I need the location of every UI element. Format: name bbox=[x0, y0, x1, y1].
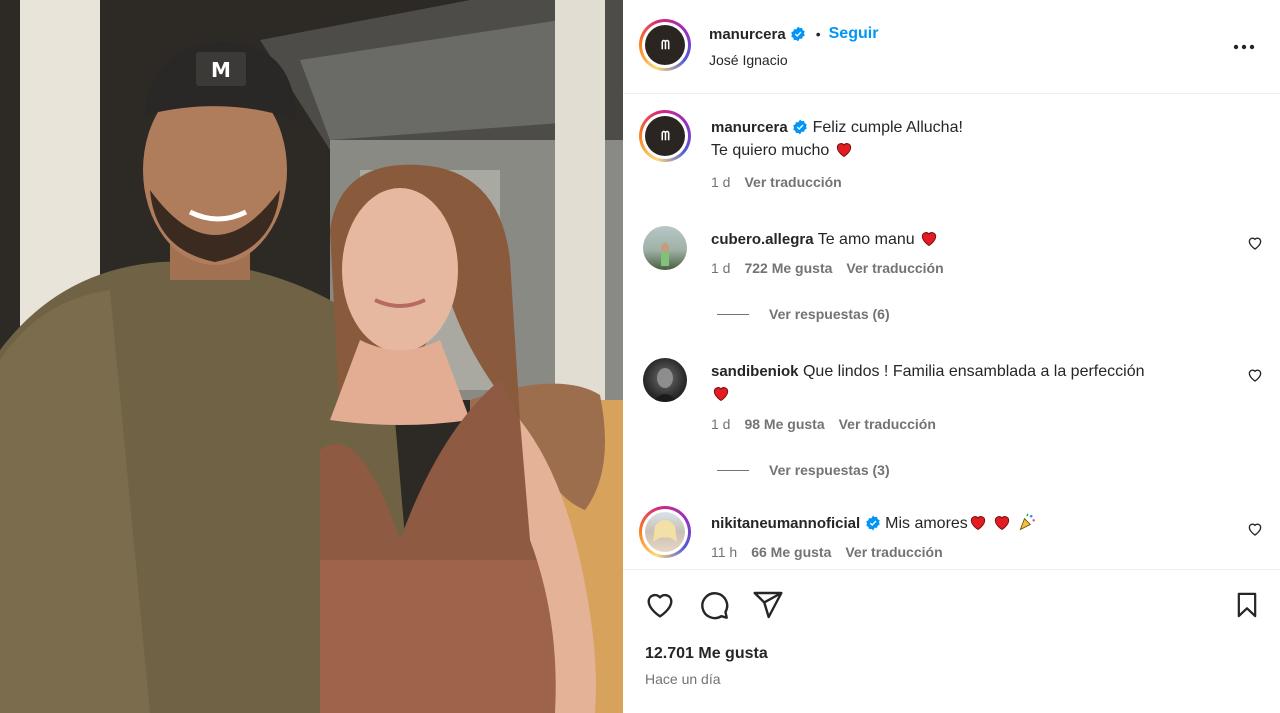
comment-body: Que lindos ! Familia ensamblada a la per… bbox=[802, 363, 1145, 380]
comment-meta: 1 d 722 Me gusta Ver traducción bbox=[711, 260, 944, 276]
avatar[interactable]: ᗰ bbox=[639, 19, 691, 71]
verified-badge-icon bbox=[791, 26, 805, 42]
location-link[interactable]: José Ignacio bbox=[709, 52, 788, 68]
post-footer: 12.701 Me gusta Hace un día bbox=[623, 569, 1280, 713]
header-user: manurcera • Seguir bbox=[709, 25, 878, 43]
likes-count[interactable]: 12.701 Me gusta bbox=[645, 645, 768, 663]
timestamp[interactable]: 1 d bbox=[711, 174, 730, 190]
comments-list[interactable]: ᗰ manurcera Feliz cumple Allucha! Te qui… bbox=[623, 95, 1280, 569]
avatar[interactable] bbox=[643, 358, 687, 402]
verified-badge-icon bbox=[865, 515, 880, 531]
caption-line-2: Te quiero mucho bbox=[711, 142, 830, 159]
heart-outline-icon[interactable] bbox=[1246, 520, 1264, 538]
timestamp[interactable]: 1 d bbox=[711, 416, 730, 432]
post-sidebar: ᗰ manurcera • Seguir José Ignacio ᗰ manu bbox=[623, 0, 1280, 713]
heart-outline-icon[interactable] bbox=[1246, 234, 1264, 252]
avatar[interactable]: ᗰ bbox=[639, 110, 691, 162]
comment-item: cubero.allegra Te amo manu 1 d 722 Me gu… bbox=[639, 222, 1264, 332]
comment-body: Te amo manu bbox=[817, 231, 915, 248]
red-heart-emoji-icon bbox=[921, 232, 937, 247]
heart-outline-icon[interactable] bbox=[1246, 366, 1264, 384]
svg-text:M: M bbox=[211, 58, 231, 82]
comment-text: nikitaneumannoficial Mis amores bbox=[711, 512, 1211, 535]
like-button[interactable] bbox=[643, 588, 677, 622]
comment-meta: 11 h 66 Me gusta Ver traducción bbox=[711, 544, 943, 560]
party-popper-emoji-icon bbox=[1019, 513, 1035, 531]
follow-button[interactable]: Seguir bbox=[829, 25, 879, 43]
caption-text: manurcera Feliz cumple Allucha! Te quier… bbox=[711, 116, 1211, 162]
comment-text: sandibeniok Que lindos ! Familia ensambl… bbox=[711, 360, 1211, 406]
avatar[interactable] bbox=[643, 226, 687, 270]
comment-username[interactable]: cubero.allegra bbox=[711, 231, 814, 248]
comment-likes[interactable]: 98 Me gusta bbox=[744, 416, 824, 432]
post-timestamp: Hace un día bbox=[645, 671, 721, 687]
brand-logo-icon: ᗰ bbox=[661, 128, 670, 143]
replies-divider bbox=[717, 469, 749, 471]
commenter-photo bbox=[661, 243, 669, 266]
bookmark-icon bbox=[1237, 592, 1257, 618]
view-replies-button[interactable]: Ver respuestas (6) bbox=[717, 306, 890, 322]
caption: ᗰ manurcera Feliz cumple Allucha! Te qui… bbox=[639, 110, 1264, 200]
comment-likes[interactable]: 66 Me gusta bbox=[751, 544, 831, 560]
translate-link[interactable]: Ver traducción bbox=[846, 260, 943, 276]
action-bar bbox=[643, 588, 785, 622]
timestamp[interactable]: 11 h bbox=[711, 544, 737, 560]
brand-logo-icon: ᗰ bbox=[661, 37, 670, 52]
red-heart-emoji-icon bbox=[836, 143, 851, 158]
commenter-photo bbox=[653, 520, 677, 542]
comment-username[interactable]: nikitaneumannoficial bbox=[711, 515, 860, 532]
replies-divider bbox=[717, 313, 749, 315]
comment-icon bbox=[701, 592, 729, 620]
save-button[interactable] bbox=[1230, 588, 1264, 622]
post-photo[interactable]: M bbox=[0, 0, 623, 713]
commenter-photo bbox=[653, 368, 677, 402]
view-replies-label: Ver respuestas (3) bbox=[769, 462, 890, 478]
share-icon bbox=[753, 591, 783, 619]
view-replies-label: Ver respuestas (6) bbox=[769, 306, 890, 322]
comment-text: cubero.allegra Te amo manu bbox=[711, 228, 1211, 251]
share-button[interactable] bbox=[751, 588, 785, 622]
timestamp[interactable]: 1 d bbox=[711, 260, 730, 276]
more-options-icon bbox=[1233, 44, 1255, 50]
caption-meta: 1 d Ver traducción bbox=[711, 174, 842, 190]
comment-button[interactable] bbox=[697, 588, 731, 622]
comment-likes[interactable]: 722 Me gusta bbox=[744, 260, 832, 276]
caption-line-1: Feliz cumple Allucha! bbox=[812, 119, 963, 136]
post-header: ᗰ manurcera • Seguir José Ignacio bbox=[623, 0, 1280, 94]
red-heart-emoji-icon bbox=[713, 387, 729, 402]
red-heart-emoji-icon bbox=[995, 516, 1010, 531]
comment-meta: 1 d 98 Me gusta Ver traducción bbox=[711, 416, 936, 432]
translate-link[interactable]: Ver traducción bbox=[845, 544, 942, 560]
post-photo-illustration: M bbox=[0, 0, 623, 713]
more-options-button[interactable] bbox=[1232, 35, 1256, 59]
view-replies-button[interactable]: Ver respuestas (3) bbox=[717, 462, 890, 478]
verified-badge-icon bbox=[793, 119, 807, 135]
caption-username[interactable]: manurcera bbox=[711, 119, 788, 136]
comment-username[interactable]: sandibeniok bbox=[711, 363, 799, 380]
comment-item: sandibeniok Que lindos ! Familia ensambl… bbox=[639, 354, 1264, 478]
heart-outline-icon bbox=[647, 593, 673, 618]
comment-item: nikitaneumannoficial Mis amores 11 h 66 … bbox=[639, 506, 1264, 569]
username-link[interactable]: manurcera bbox=[709, 26, 786, 43]
separator-dot: • bbox=[815, 26, 821, 42]
comment-body: Mis amores bbox=[885, 515, 968, 532]
avatar[interactable] bbox=[639, 506, 691, 558]
red-heart-emoji-icon bbox=[970, 516, 985, 531]
translate-link[interactable]: Ver traducción bbox=[839, 416, 936, 432]
translate-link[interactable]: Ver traducción bbox=[744, 174, 841, 190]
